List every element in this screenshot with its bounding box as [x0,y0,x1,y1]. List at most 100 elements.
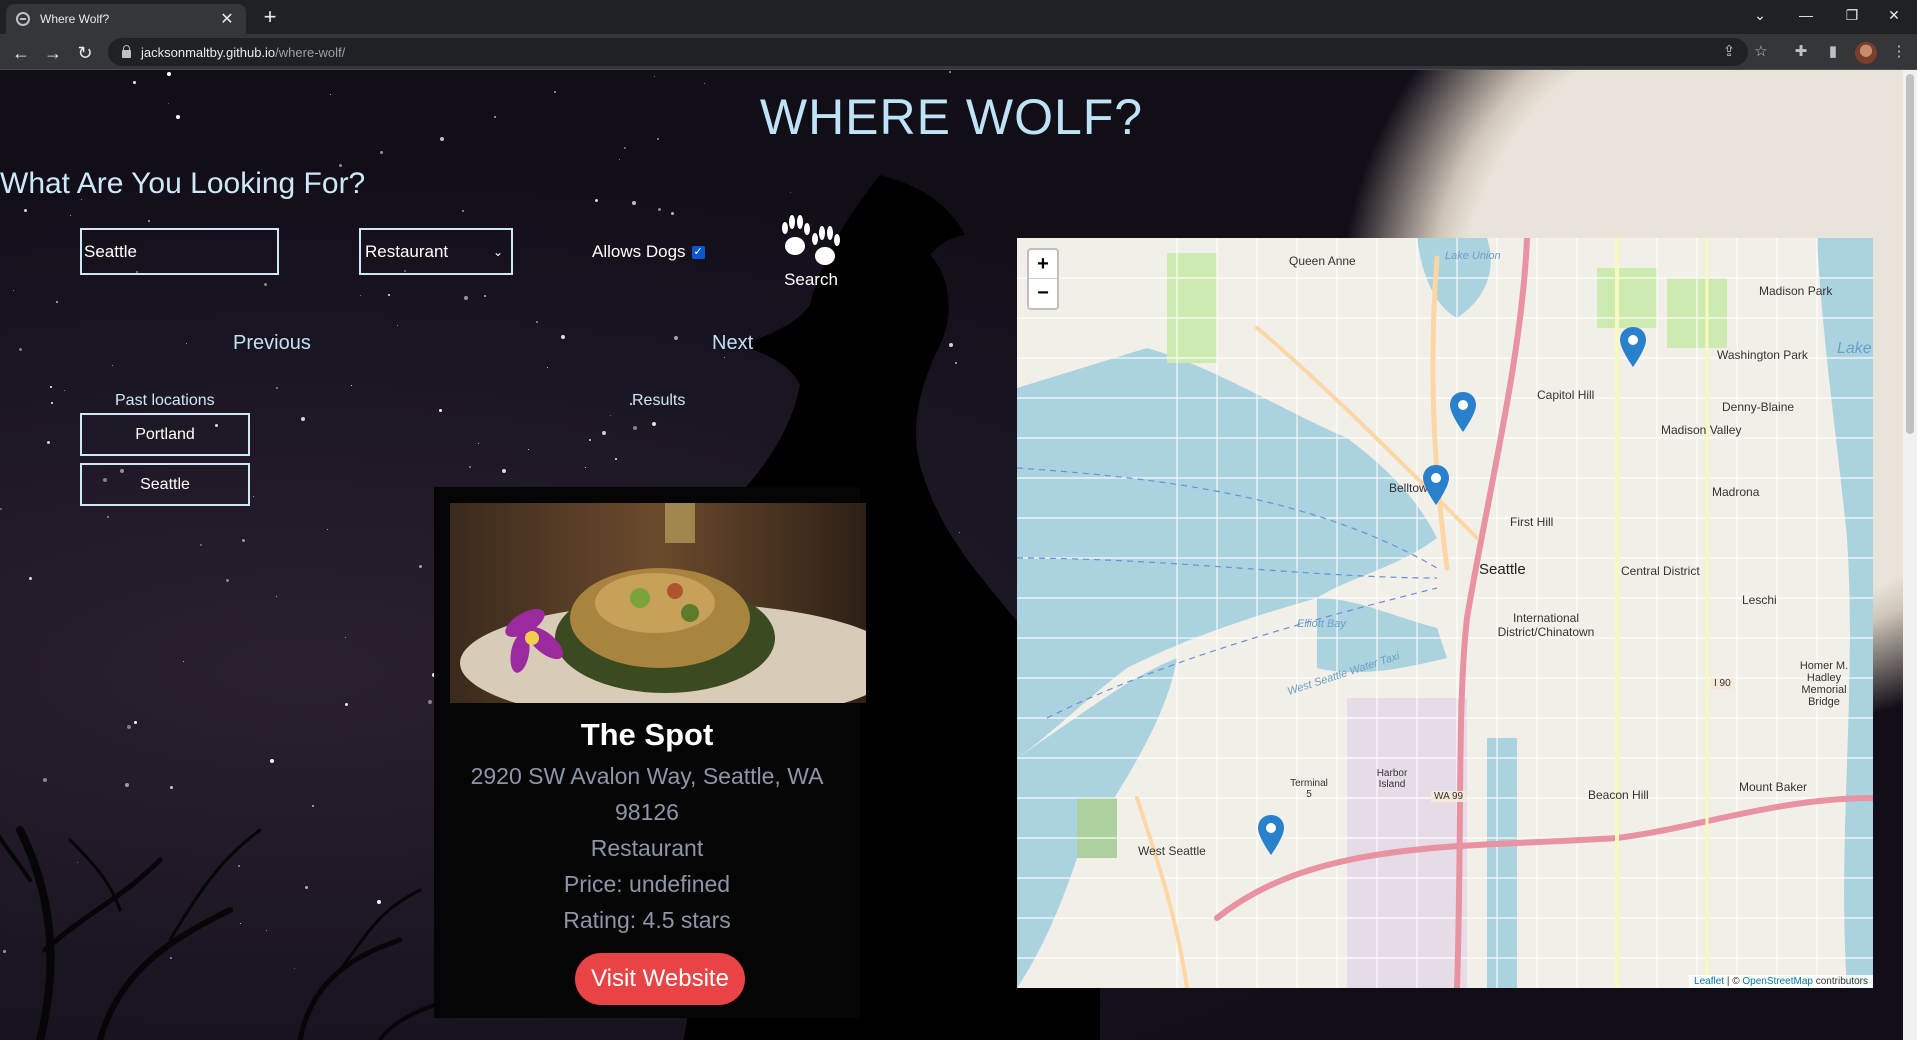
past-location-button[interactable]: Seattle [80,463,250,506]
map-label: Terminal 5 [1290,778,1328,800]
result-price: Price: undefined [563,871,731,897]
star-dot [186,343,187,344]
star-dot [301,417,305,421]
star-dot [200,544,202,546]
star-dot [107,516,109,518]
star-dot [397,325,398,326]
past-locations-label: Past locations [115,392,215,409]
star-dot [148,220,150,222]
star-dot [439,409,442,412]
restore-button[interactable]: ❐ [1829,0,1875,30]
star-dot [585,467,586,468]
attribution-tail: contributors [1812,976,1868,987]
past-location-button[interactable]: Portland [80,413,250,456]
browser-tab-strip: Where Wolf? ✕ + ⌄ — ❐ ✕ [0,0,1917,34]
next-button[interactable]: Next [712,332,753,355]
bookmark-star-icon[interactable]: ☆ [1751,42,1771,62]
star-dot [949,71,951,73]
leaflet-link[interactable]: Leaflet [1694,976,1724,987]
place-type-select[interactable]: Restaurant ⌄ [359,228,513,275]
chevron-down-icon: ⌄ [492,244,503,259]
star-dot [47,441,50,444]
reload-icon[interactable]: ↻ [72,40,98,66]
results-map[interactable]: Queen Anne Lake Union Madison Park Washi… [1017,238,1873,988]
star-dot [345,703,348,706]
forward-icon[interactable]: → [40,40,66,66]
search-button[interactable]: Search [770,212,852,302]
attribution-separator: | © [1724,976,1743,987]
map-label: Denny-Blaine [1722,400,1795,414]
minimize-button[interactable]: — [1783,0,1829,30]
address-bar[interactable]: jacksonmaltby.github.io/where-wolf/ [108,38,1748,66]
map-marker-icon[interactable] [1258,815,1284,855]
star-dot [327,529,328,530]
star-dot [464,296,468,300]
profile-avatar[interactable] [1855,42,1877,64]
star-dot [547,367,548,368]
result-rating: Rating: 4.5 stars [563,907,731,933]
url-path: /where-wolf/ [275,44,346,60]
tab-search-icon[interactable]: ⌄ [1737,0,1783,30]
map-marker-icon[interactable] [1450,392,1476,432]
zoom-in-button[interactable]: + [1029,250,1057,279]
back-icon[interactable]: ← [8,40,34,66]
star-dot [462,210,464,212]
star-dot [704,83,705,84]
map-label: Madison Park [1759,284,1833,298]
map-label: Washington Park [1717,348,1808,362]
star-dot [29,577,32,580]
map-marker-icon[interactable] [1620,327,1646,367]
openstreetmap-link[interactable]: OpenStreetMap [1742,976,1813,987]
star-dot [345,637,346,638]
map-label: Madrona [1712,485,1760,499]
url-domain: jacksonmaltby.github.io [141,44,276,60]
result-name: The Spot [580,717,714,752]
star-dot [502,469,506,473]
previous-button[interactable]: Previous [233,332,311,355]
map-label: Homer M. Hadley Memorial Bridge [1799,660,1849,708]
star-dot [602,431,606,435]
allows-dogs-checkbox[interactable]: ✓ [691,245,705,259]
paw-prints-icon [782,215,840,265]
map-label: Madison Valley [1661,423,1742,437]
city-search-input[interactable] [80,228,279,275]
results-label: Results [632,392,686,409]
close-window-button[interactable]: ✕ [1871,0,1917,30]
map-label: Seattle [1479,561,1526,578]
star-dot [595,199,598,202]
map-label: West Seattle [1138,844,1206,858]
result-address-line2: 98126 [615,799,679,825]
close-tab-icon[interactable]: ✕ [218,9,236,29]
map-marker-icon[interactable] [1423,465,1449,505]
map-label: Mount Baker [1739,780,1808,794]
map-label: I 90 [1711,678,1734,689]
zoom-out-button[interactable]: − [1029,279,1057,308]
result-card: The Spot 2920 SW Avalon Way, Seattle, WA… [434,487,866,1018]
browser-tab[interactable]: Where Wolf? ✕ [6,4,246,34]
star-dot [56,301,58,303]
new-tab-button[interactable]: + [258,6,282,30]
star-dot [133,81,136,84]
extensions-icon[interactable]: ✚ [1791,42,1811,62]
map-label: Leschi [1742,593,1777,607]
star-dot [360,295,361,296]
map-label: Lake Union [1445,250,1501,262]
star-dot [276,387,278,389]
allows-dogs-option[interactable]: Allows Dogs ✓ [592,242,705,262]
place-type-value: Restaurant [365,241,449,261]
star-dot [610,415,611,416]
visit-website-button[interactable]: Visit Website [575,953,745,1005]
star-dot [619,159,620,160]
star-dot [226,579,229,582]
map-label: First Hill [1510,515,1554,529]
share-icon[interactable]: ⇪ [1719,42,1739,62]
star-dot [388,294,390,296]
star-dot [528,449,529,450]
zoom-control: + − [1027,248,1059,310]
star-dot [380,151,383,154]
scrollbar-thumb[interactable] [1906,74,1914,434]
lock-icon [122,45,131,58]
browser-toolbar: ← → ↻ jacksonmaltby.github.io/where-wolf… [0,34,1917,70]
menu-kebab-icon[interactable]: ⋮ [1889,42,1909,62]
side-panel-icon[interactable]: ▮ [1823,42,1843,62]
